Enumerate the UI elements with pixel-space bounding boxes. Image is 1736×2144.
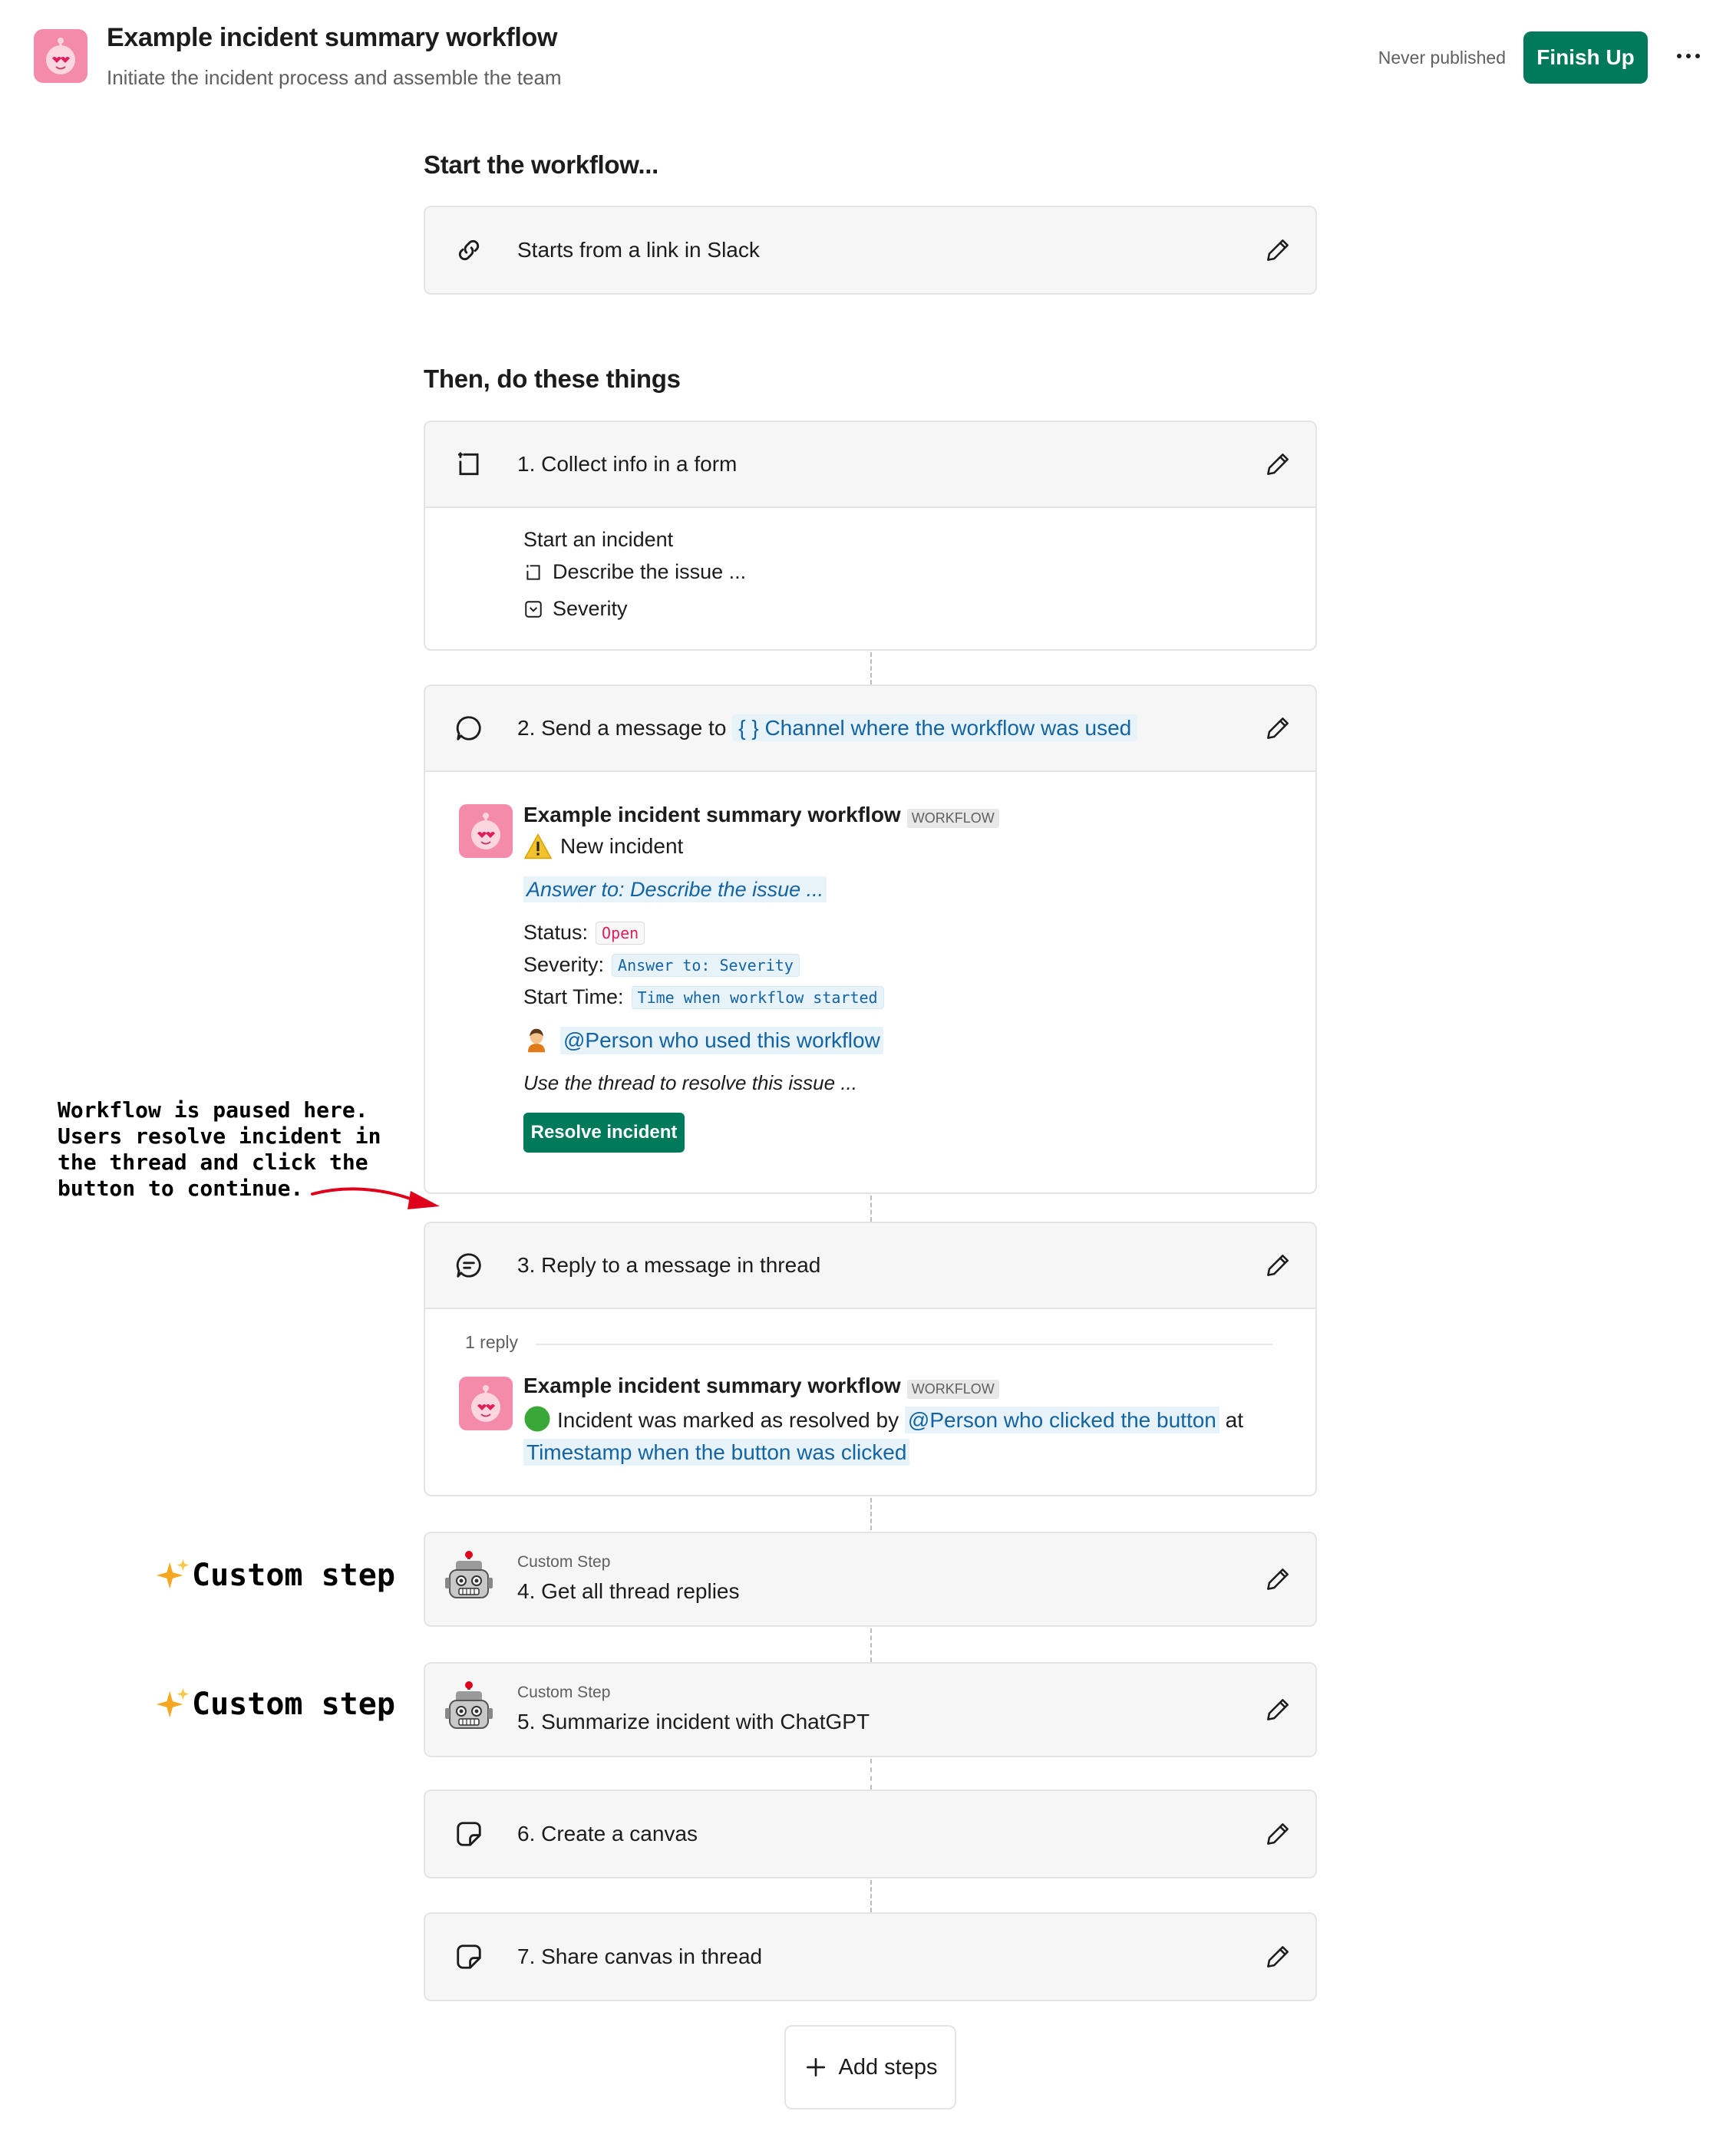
custom-step-annotation: Custom step	[155, 1558, 395, 1593]
timestamp-token[interactable]: Timestamp when the button was clicked	[523, 1439, 910, 1466]
bot-name: Example incident summary workflow	[523, 803, 901, 826]
trigger-card[interactable]: Starts from a link in Slack	[424, 206, 1317, 295]
workflow-subtitle: Initiate the incident process and assemb…	[107, 66, 562, 89]
reply-divider	[536, 1344, 1272, 1345]
form-field: Severity	[523, 597, 628, 621]
step-card-3[interactable]: 3. Reply to a message in thread 1 reply …	[424, 1222, 1317, 1496]
custom-step-sub: Custom Step	[517, 1553, 611, 1571]
reply-count: 1 reply	[465, 1332, 519, 1352]
workflow-badge: WORKFLOW	[906, 1380, 999, 1400]
person-line: @Person who used this workflow	[523, 1027, 883, 1054]
instruction-text: Use the thread to resolve this issue ...	[523, 1071, 857, 1094]
channel-token[interactable]: { } Channel where the workflow was used	[732, 714, 1138, 741]
canvas-icon	[457, 1944, 481, 1969]
step-card-2[interactable]: 2. Send a message to { } Channel where t…	[424, 684, 1317, 1194]
resolve-incident-button[interactable]: Resolve incident	[523, 1113, 685, 1153]
form-icon	[457, 452, 479, 476]
step-card-7[interactable]: 7. Share canvas in thread	[424, 1912, 1317, 2001]
step-connector	[870, 1196, 872, 1222]
workflow-badge: WORKFLOW	[906, 809, 999, 829]
severity-line: Severity: Answer to: Severity	[523, 953, 800, 977]
add-steps-button[interactable]: Add steps	[784, 2025, 956, 2109]
pencil-icon[interactable]	[1263, 714, 1292, 743]
step-card-1[interactable]: 1. Collect info in a form Start an incid…	[424, 421, 1317, 651]
form-field: Describe the issue ...	[523, 560, 746, 584]
pencil-icon[interactable]	[1263, 1251, 1292, 1280]
message-header: Example incident summary workflow WORKFLO…	[523, 803, 999, 829]
pencil-icon[interactable]	[1263, 1942, 1292, 1971]
red-arrow-icon	[311, 1187, 440, 1209]
custom-step-annotation: Custom step	[155, 1687, 395, 1722]
finish-up-button[interactable]: Finish Up	[1523, 31, 1648, 84]
step-1-label: 1. Collect info in a form	[517, 452, 738, 476]
custom-step-sub: Custom Step	[517, 1684, 611, 1701]
step-6-label: 6. Create a canvas	[517, 1822, 698, 1845]
status-value: Open	[596, 921, 645, 945]
resolved-message: Incident was marked as resolved by @Pers…	[523, 1404, 1291, 1469]
ellipsis-icon[interactable]	[1671, 38, 1706, 74]
step-connector	[870, 1880, 872, 1912]
warning-icon	[523, 833, 553, 859]
person-mention[interactable]: @Person who used this workflow	[560, 1027, 883, 1054]
app-logo	[34, 29, 87, 83]
pencil-icon[interactable]	[1263, 1819, 1292, 1849]
message-icon	[456, 716, 481, 741]
step-5-label: 5. Summarize incident with ChatGPT	[517, 1710, 870, 1733]
pencil-icon[interactable]	[1263, 450, 1292, 479]
steps-heading: Then, do these things	[424, 364, 681, 393]
severity-token[interactable]: Answer to: Severity	[612, 953, 800, 977]
sparkles-icon	[156, 1559, 190, 1589]
plus-icon	[806, 2058, 825, 2076]
form-title: Start an incident	[523, 528, 674, 551]
workflow-title: Example incident summary workflow	[107, 23, 558, 52]
canvas-icon	[457, 1822, 481, 1846]
robot-icon	[445, 1681, 493, 1729]
thread-reply-icon	[456, 1253, 481, 1278]
step-connector	[870, 1759, 872, 1789]
robot-icon	[445, 1551, 493, 1598]
step-card-4[interactable]: Custom Step 4. Get all thread replies	[424, 1532, 1317, 1627]
bot-avatar	[459, 804, 513, 858]
start-time-token[interactable]: Time when workflow started	[631, 985, 884, 1009]
person-icon	[527, 1028, 546, 1053]
start-heading: Start the workflow...	[424, 150, 659, 179]
sparkles-icon	[156, 1687, 190, 1718]
green-circle-icon	[524, 1406, 550, 1432]
step-2-label: 2. Send a message to { } Channel where t…	[517, 714, 1138, 741]
trigger-label: Starts from a link in Slack	[517, 238, 760, 262]
step-card-6[interactable]: 6. Create a canvas	[424, 1789, 1317, 1878]
publish-status: Never published	[1378, 48, 1506, 68]
step-3-label: 3. Reply to a message in thread	[517, 1253, 821, 1277]
step-connector	[870, 652, 872, 684]
step-7-label: 7. Share canvas in thread	[517, 1944, 763, 1968]
bot-avatar	[459, 1377, 513, 1430]
answer-link[interactable]: Answer to: Describe the issue ...	[523, 876, 827, 902]
message-headline: New incident	[523, 833, 683, 859]
dropdown-field-icon	[525, 600, 542, 618]
step-connector	[870, 1498, 872, 1530]
pencil-icon[interactable]	[1263, 1565, 1292, 1594]
step-4-label: 4. Get all thread replies	[517, 1579, 740, 1603]
text-field-icon	[526, 564, 540, 580]
link-icon	[458, 239, 480, 261]
step-card-5[interactable]: Custom Step 5. Summarize incident with C…	[424, 1662, 1317, 1757]
bot-name: Example incident summary workflow	[523, 1374, 901, 1397]
pencil-icon[interactable]	[1263, 236, 1292, 265]
person-mention[interactable]: @Person who clicked the button	[904, 1407, 1219, 1433]
message-header: Example incident summary workflow WORKFLO…	[523, 1374, 999, 1400]
pencil-icon[interactable]	[1263, 1695, 1292, 1724]
step-connector	[870, 1628, 872, 1662]
start-time-line: Start Time: Time when workflow started	[523, 985, 884, 1009]
status-line: Status: Open	[523, 921, 645, 945]
